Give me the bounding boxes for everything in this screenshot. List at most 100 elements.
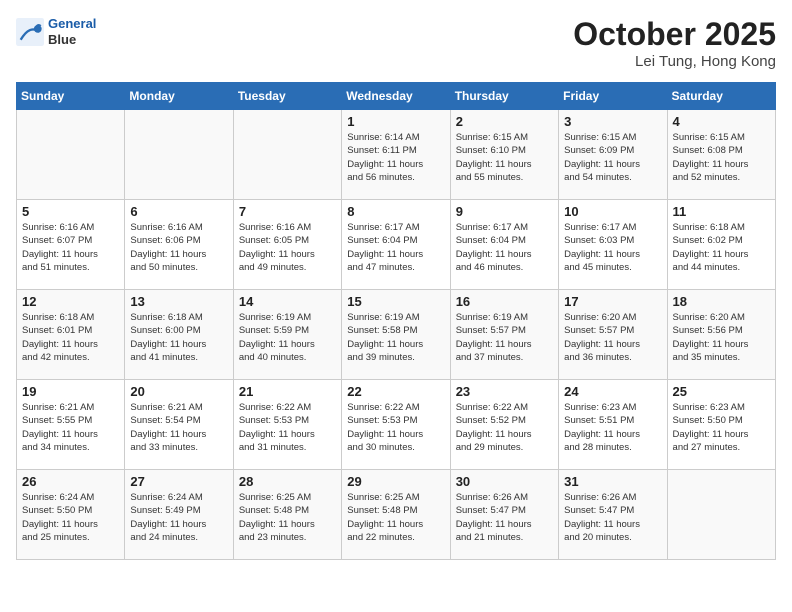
day-info: Sunrise: 6:16 AM Sunset: 6:05 PM Dayligh… (239, 221, 336, 274)
day-info: Sunrise: 6:16 AM Sunset: 6:07 PM Dayligh… (22, 221, 119, 274)
day-info: Sunrise: 6:19 AM Sunset: 5:58 PM Dayligh… (347, 311, 444, 364)
header-cell-wednesday: Wednesday (342, 83, 450, 110)
day-number: 23 (456, 384, 553, 399)
calendar-cell (667, 470, 775, 560)
header-cell-friday: Friday (559, 83, 667, 110)
day-number: 22 (347, 384, 444, 399)
calendar-cell: 6Sunrise: 6:16 AM Sunset: 6:06 PM Daylig… (125, 200, 233, 290)
calendar-cell: 9 Sunrise: 6:17 AM Sunset: 6:04 PM Daylig… (450, 200, 558, 290)
day-number: 4 (673, 114, 770, 129)
day-number: 25 (673, 384, 770, 399)
calendar-cell (17, 110, 125, 200)
calendar-cell: 24 Sunrise: 6:23 AM Sunset: 5:51 PM Dayli… (559, 380, 667, 470)
day-number: 29 (347, 474, 444, 489)
logo-icon (16, 18, 44, 46)
calendar-cell: 8Sunrise: 6:17 AM Sunset: 6:04 PM Daylig… (342, 200, 450, 290)
week-row-1: 1Sunrise: 6:14 AM Sunset: 6:11 PM Daylig… (17, 110, 776, 200)
calendar-cell: 30 Sunrise: 6:26 AM Sunset: 5:47 PM Dayli… (450, 470, 558, 560)
calendar-cell: 20 Sunrise: 6:21 AM Sunset: 5:54 PM Dayli… (125, 380, 233, 470)
day-info: Sunrise: 6:26 AM Sunset: 5:47 PM Dayligh… (456, 491, 553, 544)
day-number: 13 (130, 294, 227, 309)
day-number: 7 (239, 204, 336, 219)
day-info: Sunrise: 6:18 AM Sunset: 6:01 PM Dayligh… (22, 311, 119, 364)
calendar-cell: 19Sunrise: 6:21 AM Sunset: 5:55 PM Dayli… (17, 380, 125, 470)
logo-text: General Blue (48, 16, 96, 47)
calendar-cell: 21 Sunrise: 6:22 AM Sunset: 5:53 PM Dayli… (233, 380, 341, 470)
day-info: Sunrise: 6:18 AM Sunset: 6:02 PM Dayligh… (673, 221, 770, 274)
calendar-body: 1Sunrise: 6:14 AM Sunset: 6:11 PM Daylig… (17, 110, 776, 560)
day-number: 28 (239, 474, 336, 489)
day-info: Sunrise: 6:21 AM Sunset: 5:54 PM Dayligh… (130, 401, 227, 454)
day-number: 15 (347, 294, 444, 309)
calendar-cell: 29 Sunrise: 6:25 AM Sunset: 5:48 PM Dayli… (342, 470, 450, 560)
calendar-cell: 17 Sunrise: 6:20 AM Sunset: 5:57 PM Dayli… (559, 290, 667, 380)
week-row-5: 26Sunrise: 6:24 AM Sunset: 5:50 PM Dayli… (17, 470, 776, 560)
calendar-cell: 28 Sunrise: 6:25 AM Sunset: 5:48 PM Dayli… (233, 470, 341, 560)
week-row-3: 12 Sunrise: 6:18 AM Sunset: 6:01 PM Dayli… (17, 290, 776, 380)
day-info: Sunrise: 6:20 AM Sunset: 5:57 PM Dayligh… (564, 311, 661, 364)
day-info: Sunrise: 6:17 AM Sunset: 6:03 PM Dayligh… (564, 221, 661, 274)
day-number: 11 (673, 204, 770, 219)
day-number: 31 (564, 474, 661, 489)
header-cell-tuesday: Tuesday (233, 83, 341, 110)
calendar-header: SundayMondayTuesdayWednesdayThursdayFrid… (17, 83, 776, 110)
header-cell-thursday: Thursday (450, 83, 558, 110)
logo: General Blue (16, 16, 96, 47)
day-info: Sunrise: 6:25 AM Sunset: 5:48 PM Dayligh… (347, 491, 444, 544)
day-info: Sunrise: 6:22 AM Sunset: 5:52 PM Dayligh… (456, 401, 553, 454)
day-info: Sunrise: 6:15 AM Sunset: 6:09 PM Dayligh… (564, 131, 661, 184)
day-number: 6 (130, 204, 227, 219)
day-number: 24 (564, 384, 661, 399)
calendar-cell: 2 Sunrise: 6:15 AM Sunset: 6:10 PM Daylig… (450, 110, 558, 200)
day-number: 27 (130, 474, 227, 489)
day-info: Sunrise: 6:20 AM Sunset: 5:56 PM Dayligh… (673, 311, 770, 364)
calendar-cell: 14 Sunrise: 6:19 AM Sunset: 5:59 PM Dayli… (233, 290, 341, 380)
day-info: Sunrise: 6:23 AM Sunset: 5:51 PM Dayligh… (564, 401, 661, 454)
calendar-cell: 31Sunrise: 6:26 AM Sunset: 5:47 PM Dayli… (559, 470, 667, 560)
day-number: 14 (239, 294, 336, 309)
day-number: 30 (456, 474, 553, 489)
calendar-cell: 22 Sunrise: 6:22 AM Sunset: 5:53 PM Dayli… (342, 380, 450, 470)
calendar-table: SundayMondayTuesdayWednesdayThursdayFrid… (16, 82, 776, 560)
day-number: 12 (22, 294, 119, 309)
day-info: Sunrise: 6:23 AM Sunset: 5:50 PM Dayligh… (673, 401, 770, 454)
calendar-cell: 11 Sunrise: 6:18 AM Sunset: 6:02 PM Dayli… (667, 200, 775, 290)
header-cell-saturday: Saturday (667, 83, 775, 110)
day-info: Sunrise: 6:22 AM Sunset: 5:53 PM Dayligh… (239, 401, 336, 454)
day-number: 21 (239, 384, 336, 399)
calendar-cell: 3 Sunrise: 6:15 AM Sunset: 6:09 PM Daylig… (559, 110, 667, 200)
calendar-cell: 26Sunrise: 6:24 AM Sunset: 5:50 PM Dayli… (17, 470, 125, 560)
calendar-cell: 13 Sunrise: 6:18 AM Sunset: 6:00 PM Dayli… (125, 290, 233, 380)
day-number: 5 (22, 204, 119, 219)
calendar-cell: 16Sunrise: 6:19 AM Sunset: 5:57 PM Dayli… (450, 290, 558, 380)
day-info: Sunrise: 6:15 AM Sunset: 6:10 PM Dayligh… (456, 131, 553, 184)
day-info: Sunrise: 6:22 AM Sunset: 5:53 PM Dayligh… (347, 401, 444, 454)
day-number: 26 (22, 474, 119, 489)
calendar-cell: 5 Sunrise: 6:16 AM Sunset: 6:07 PM Daylig… (17, 200, 125, 290)
day-number: 20 (130, 384, 227, 399)
day-info: Sunrise: 6:25 AM Sunset: 5:48 PM Dayligh… (239, 491, 336, 544)
week-row-2: 5 Sunrise: 6:16 AM Sunset: 6:07 PM Daylig… (17, 200, 776, 290)
day-number: 3 (564, 114, 661, 129)
day-number: 2 (456, 114, 553, 129)
logo-line2: Blue (48, 32, 96, 48)
day-info: Sunrise: 6:17 AM Sunset: 6:04 PM Dayligh… (456, 221, 553, 274)
calendar-cell: 23 Sunrise: 6:22 AM Sunset: 5:52 PM Dayli… (450, 380, 558, 470)
day-number: 17 (564, 294, 661, 309)
day-number: 9 (456, 204, 553, 219)
day-number: 18 (673, 294, 770, 309)
day-info: Sunrise: 6:19 AM Sunset: 5:57 PM Dayligh… (456, 311, 553, 364)
day-number: 10 (564, 204, 661, 219)
calendar-cell: 7 Sunrise: 6:16 AM Sunset: 6:05 PM Daylig… (233, 200, 341, 290)
day-info: Sunrise: 6:17 AM Sunset: 6:04 PM Dayligh… (347, 221, 444, 274)
title-block: October 2025 Lei Tung, Hong Kong (573, 16, 776, 70)
day-number: 1 (347, 114, 444, 129)
location-subtitle: Lei Tung, Hong Kong (573, 53, 776, 70)
header-row: SundayMondayTuesdayWednesdayThursdayFrid… (17, 83, 776, 110)
calendar-cell: 4Sunrise: 6:15 AM Sunset: 6:08 PM Daylig… (667, 110, 775, 200)
day-info: Sunrise: 6:24 AM Sunset: 5:49 PM Dayligh… (130, 491, 227, 544)
page-header: General Blue October 2025 Lei Tung, Hong… (16, 16, 776, 70)
calendar-cell (125, 110, 233, 200)
day-info: Sunrise: 6:18 AM Sunset: 6:00 PM Dayligh… (130, 311, 227, 364)
day-info: Sunrise: 6:19 AM Sunset: 5:59 PM Dayligh… (239, 311, 336, 364)
